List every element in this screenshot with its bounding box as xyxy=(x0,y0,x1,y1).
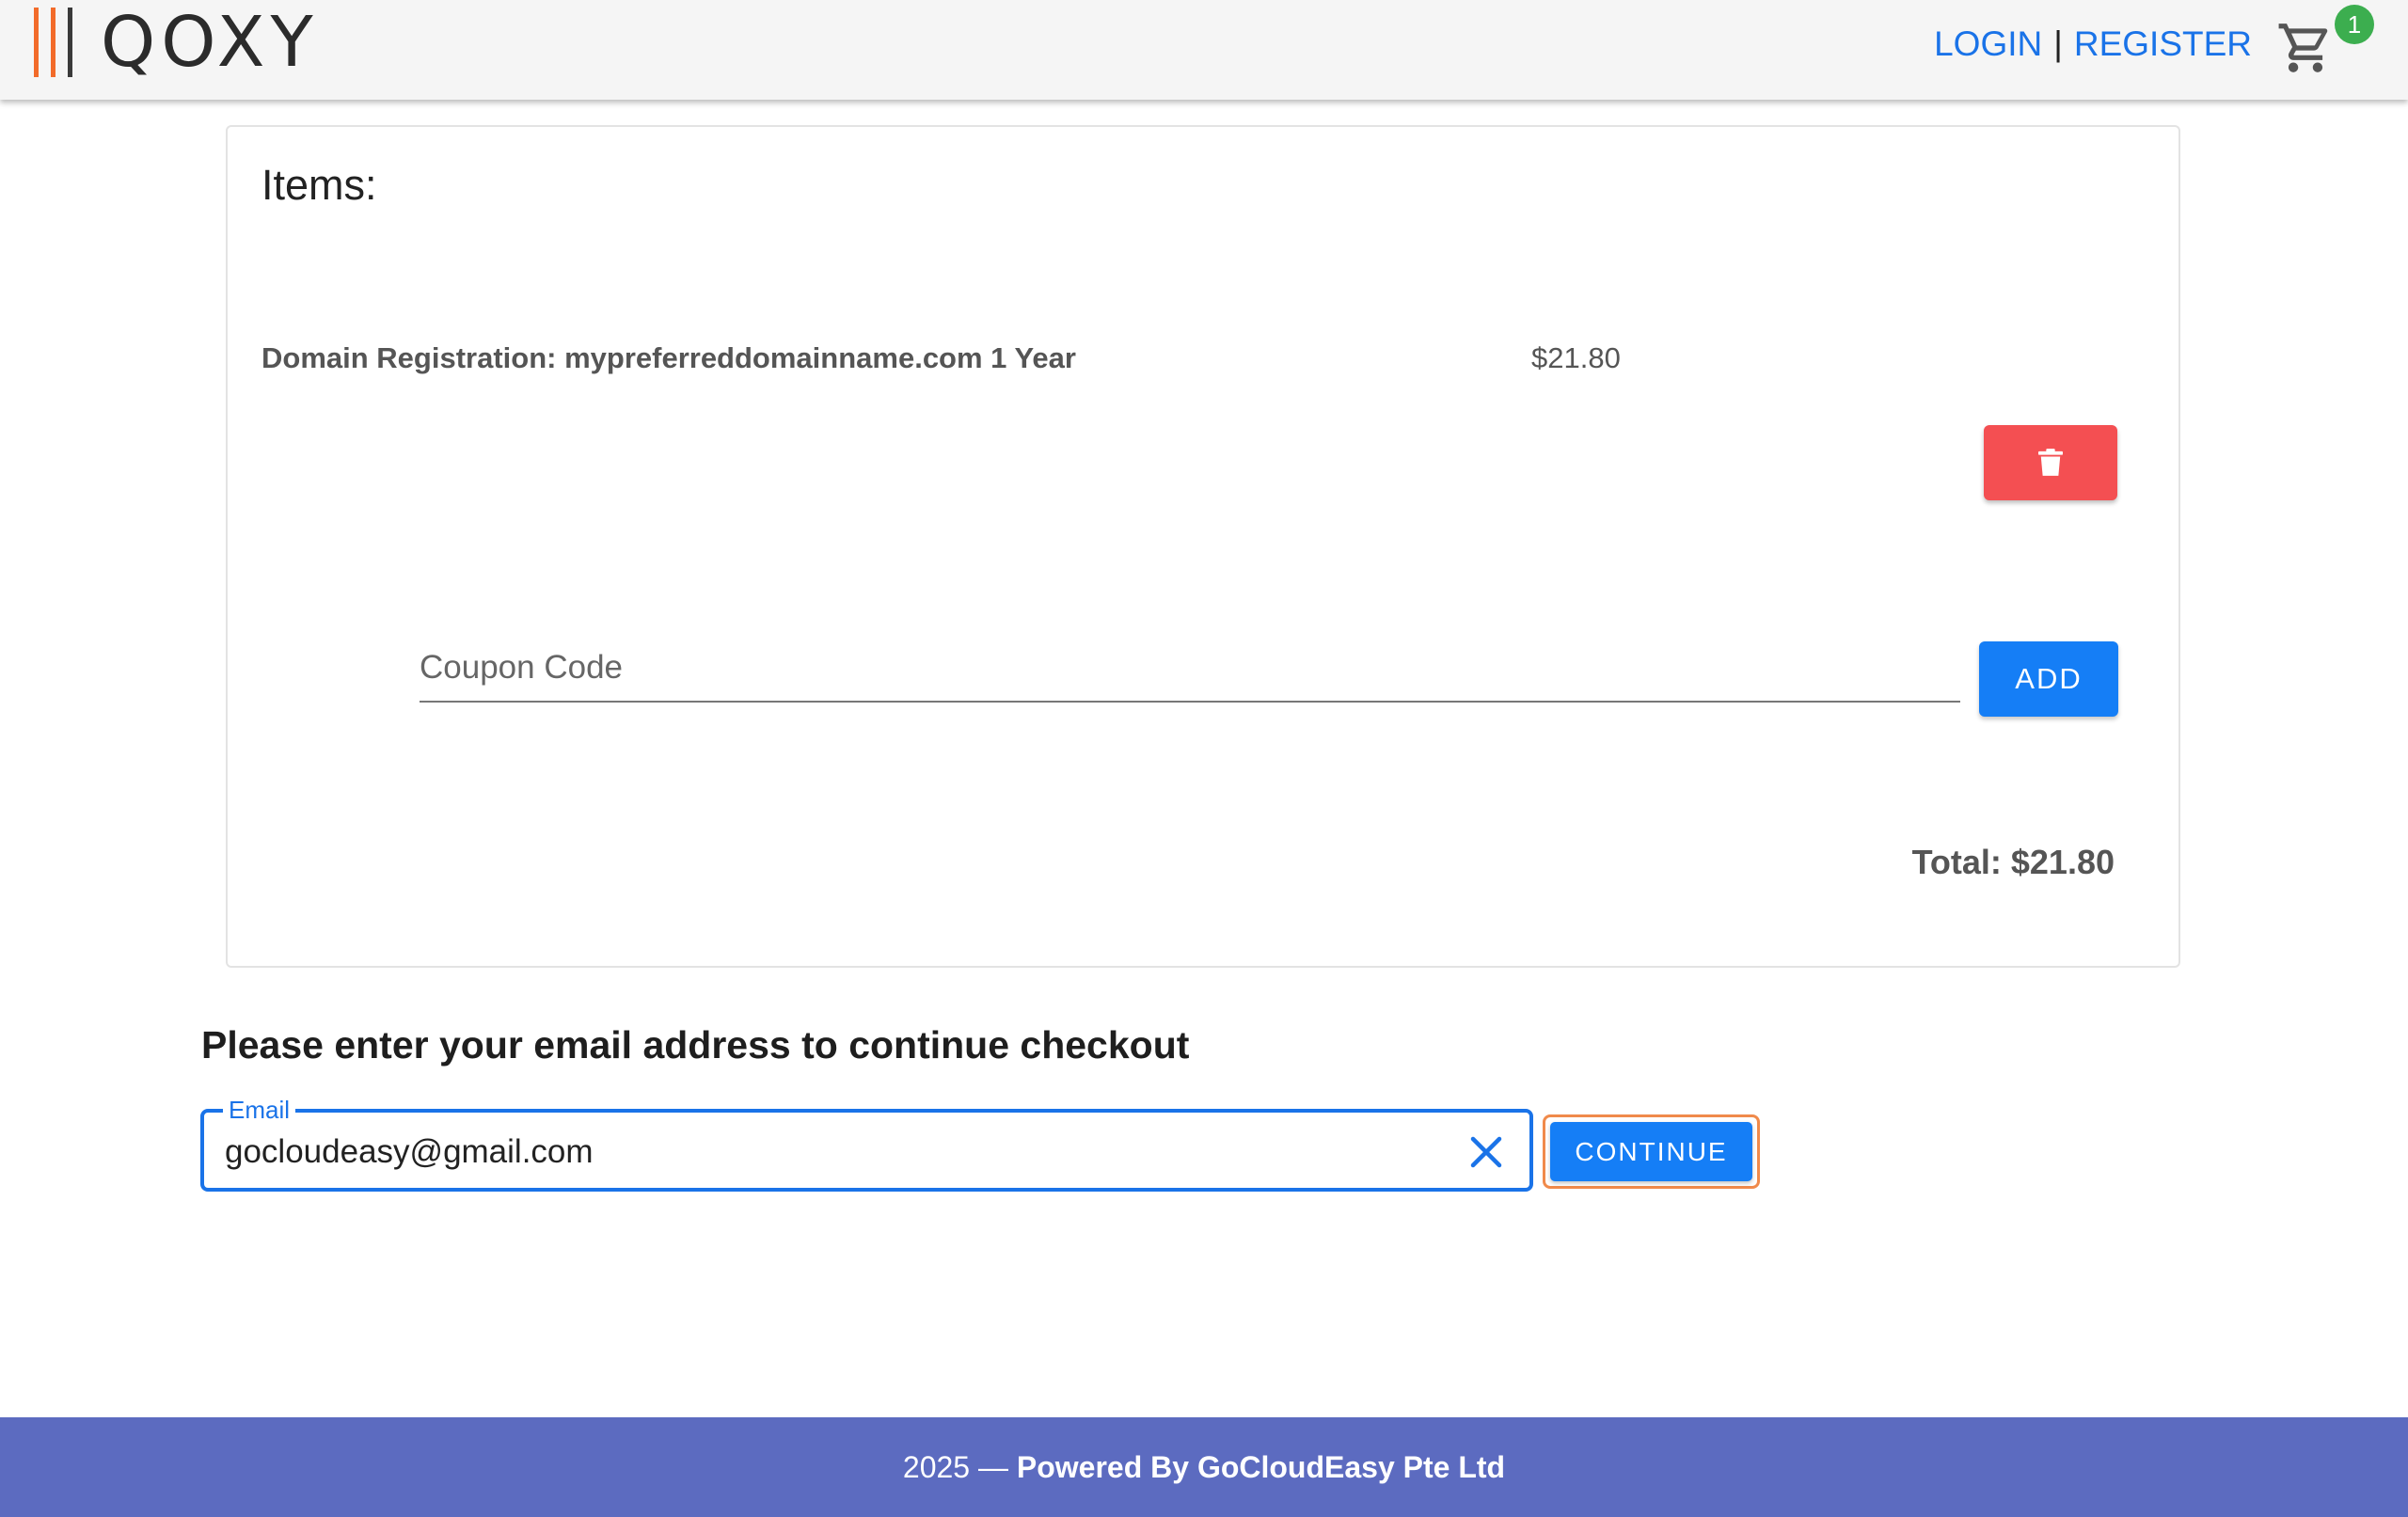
login-link[interactable]: LOGIN xyxy=(1934,24,2042,64)
logo-mark xyxy=(34,8,72,77)
clear-email-button[interactable] xyxy=(1467,1133,1505,1171)
trash-icon xyxy=(2038,449,2063,476)
cart-items-card: Items: Domain Registration: mypreferredd… xyxy=(226,125,2180,968)
order-total: Total: $21.80 xyxy=(1911,843,2115,881)
email-label: Email xyxy=(223,1096,296,1124)
register-link[interactable]: REGISTER xyxy=(2074,24,2252,64)
items-heading: Items: xyxy=(261,161,377,209)
cart-button[interactable] xyxy=(2276,19,2342,85)
logo-bar xyxy=(68,8,72,77)
footer-powered-by: Powered By GoCloudEasy Pte Ltd xyxy=(1016,1450,1506,1484)
continue-button[interactable]: CONTINUE xyxy=(1550,1122,1752,1181)
nav-separator: | xyxy=(2053,24,2063,63)
email-prompt-heading: Please enter your email address to conti… xyxy=(201,1023,1190,1067)
email-field: Email xyxy=(200,1096,1533,1192)
brand-logo[interactable]: QOXY xyxy=(34,6,319,79)
auth-nav: LOGIN | REGISTER xyxy=(1934,24,2252,64)
item-price: $21.80 xyxy=(1531,341,1621,374)
continue-focus-ring: CONTINUE xyxy=(1543,1114,1760,1189)
cart-count-badge: 1 xyxy=(2335,5,2374,44)
page-footer: 2025 — Powered By GoCloudEasy Pte Ltd xyxy=(0,1417,2408,1517)
logo-bar xyxy=(51,8,55,77)
top-app-bar: QOXY LOGIN | REGISTER 1 xyxy=(0,0,2408,100)
coupon-code-input[interactable] xyxy=(420,635,1960,701)
close-icon xyxy=(1470,1136,1502,1168)
brand-name: QOXY xyxy=(101,2,319,83)
add-coupon-button[interactable]: ADD xyxy=(1979,641,2118,717)
delete-item-button[interactable] xyxy=(1984,425,2117,500)
logo-bar xyxy=(34,8,39,77)
item-description: Domain Registration: mypreferreddomainna… xyxy=(261,341,1076,374)
footer-year: 2025 — xyxy=(902,1450,1017,1484)
coupon-field xyxy=(420,635,1960,703)
email-input[interactable] xyxy=(225,1133,1401,1171)
cart-icon xyxy=(2278,24,2328,72)
